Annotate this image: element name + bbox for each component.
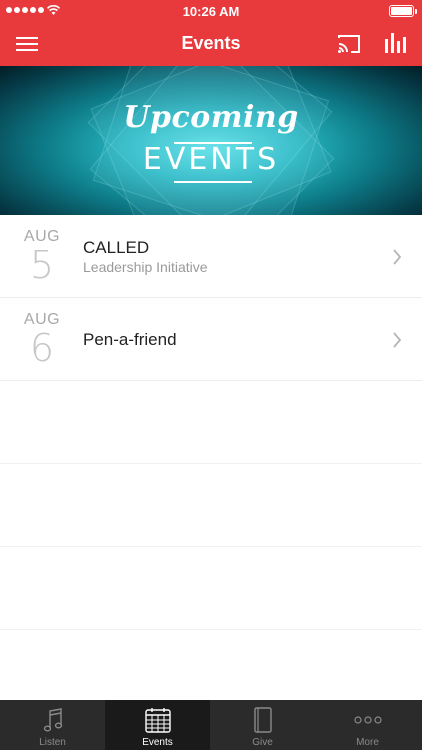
tab-events[interactable]: Events xyxy=(105,700,210,750)
event-row-called[interactable]: AUG 5 CALLED Leadership Initiative xyxy=(0,215,422,298)
tab-label: Listen xyxy=(39,737,66,748)
banner-divider xyxy=(174,181,252,183)
book-icon xyxy=(253,707,272,733)
battery-icon xyxy=(389,5,417,17)
event-day: 6 xyxy=(29,326,55,370)
tab-bar: Listen Events Give More xyxy=(0,700,422,750)
empty-list-row xyxy=(0,381,422,464)
chevron-right-icon xyxy=(393,249,402,265)
tab-label: Events xyxy=(142,737,173,748)
event-row-pen-a-friend[interactable]: AUG 6 Pen-a-friend xyxy=(0,298,422,381)
upcoming-events-banner: Upcoming EVENTS xyxy=(0,66,422,215)
cast-icon[interactable] xyxy=(336,31,362,57)
empty-list-row xyxy=(0,547,422,630)
chevron-right-icon xyxy=(393,332,402,348)
tab-give[interactable]: Give xyxy=(210,700,315,750)
more-dots-icon xyxy=(353,716,382,724)
tab-label: Give xyxy=(252,737,273,748)
status-time: 10:26 AM xyxy=(182,4,240,19)
music-note-icon xyxy=(43,708,62,732)
tab-listen[interactable]: Listen xyxy=(0,700,105,750)
tab-more[interactable]: More xyxy=(315,700,420,750)
nav-bar: Events xyxy=(0,22,422,66)
calendar-icon xyxy=(144,708,171,733)
tab-label: More xyxy=(356,737,379,748)
bar-chart-icon[interactable] xyxy=(382,29,408,57)
event-subtitle: Leadership Initiative xyxy=(83,259,208,275)
event-name: CALLED xyxy=(83,238,150,257)
event-name: Pen-a-friend xyxy=(83,330,177,349)
status-bar: 10:26 AM xyxy=(0,0,422,22)
banner-title-text: EVENTS xyxy=(142,142,280,177)
banner-script-text: Upcoming xyxy=(123,100,299,135)
event-day: 5 xyxy=(29,243,55,287)
empty-list-row xyxy=(0,464,422,547)
